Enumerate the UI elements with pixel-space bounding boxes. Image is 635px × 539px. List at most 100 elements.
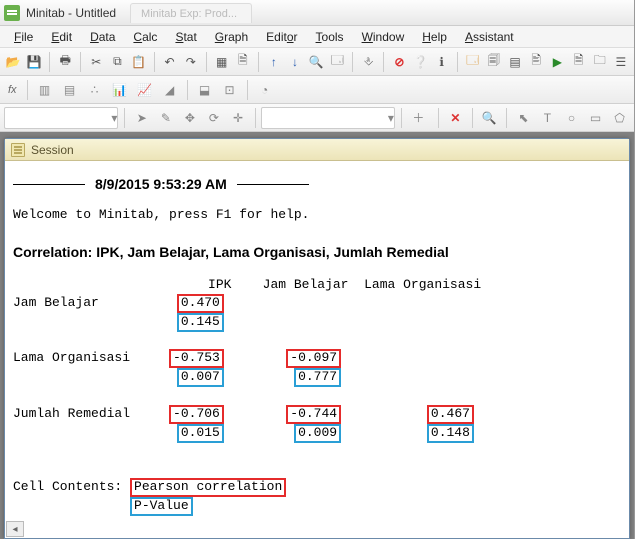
session-body[interactable]: 8/9/2015 9:53:29 AM Welcome to Minitab, … bbox=[5, 161, 629, 538]
cut-icon[interactable]: ✂ bbox=[87, 51, 105, 73]
menu-file[interactable]: File bbox=[6, 28, 41, 46]
chart-bar-icon[interactable]: 📊 bbox=[109, 79, 131, 101]
row-label-lama: Lama Organisasi bbox=[13, 350, 130, 365]
toolbar-formula: fx ▥ ▤ ∴ 📊 📈 ◢ ⬓ ⊡ ◔ bbox=[0, 76, 634, 104]
chart-scatter-icon[interactable]: ∴ bbox=[84, 79, 106, 101]
window-title: Minitab - Untitled bbox=[26, 6, 116, 20]
report-icon[interactable]: 🗎 bbox=[569, 51, 587, 73]
col-header-jam: Jam Belajar bbox=[263, 277, 349, 292]
project-manager-icon[interactable]: 🗐 bbox=[485, 51, 503, 73]
chart-row-icon[interactable]: ▤ bbox=[59, 79, 81, 101]
close-x-icon[interactable]: ✕ bbox=[445, 107, 466, 129]
menu-graph[interactable]: Graph bbox=[207, 28, 256, 46]
text-tool-icon[interactable]: T bbox=[537, 107, 558, 129]
chart-area-icon[interactable]: ◢ bbox=[159, 79, 181, 101]
save-icon[interactable]: 💾 bbox=[25, 51, 43, 73]
separator bbox=[247, 80, 248, 100]
arrow-up-icon[interactable]: ↑ bbox=[265, 51, 283, 73]
cancel-icon[interactable]: ⊘ bbox=[390, 51, 408, 73]
graph-window-icon[interactable]: 🖹 bbox=[527, 51, 545, 73]
p-lama-jam: 0.777 bbox=[294, 368, 341, 387]
print-icon[interactable]: 🖶 bbox=[56, 51, 74, 73]
separator bbox=[124, 108, 125, 128]
separator bbox=[206, 52, 207, 72]
pointer-icon[interactable]: ➤ bbox=[131, 107, 152, 129]
scroll-left-button[interactable]: ◂ bbox=[6, 521, 24, 537]
session-title-text: Session bbox=[31, 143, 74, 157]
options-icon[interactable]: ☰ bbox=[612, 51, 630, 73]
add-icon[interactable]: ＋ bbox=[408, 107, 429, 129]
corr-jumlah-jam: -0.744 bbox=[286, 405, 341, 424]
worksheet-icon[interactable]: ▦ bbox=[213, 51, 231, 73]
menu-tools[interactable]: Tools bbox=[308, 28, 352, 46]
find-icon[interactable]: 🔍 bbox=[307, 51, 325, 73]
shape-rect-icon[interactable]: ▭ bbox=[585, 107, 606, 129]
crosshair-icon[interactable]: ✛ bbox=[227, 107, 248, 129]
dropdown-icon[interactable]: ▾ bbox=[4, 107, 118, 129]
fx-label: fx bbox=[4, 84, 21, 96]
timestamp-row: 8/9/2015 9:53:29 AM bbox=[13, 175, 621, 194]
chart-column-icon[interactable]: ▥ bbox=[34, 79, 56, 101]
background-window-tab[interactable]: Minitab Exp: Prod... bbox=[130, 3, 252, 23]
separator bbox=[438, 108, 439, 128]
help-icon[interactable]: ❔ bbox=[411, 51, 429, 73]
menu-editor[interactable]: Editor bbox=[258, 28, 305, 46]
rotate-icon[interactable]: ⟳ bbox=[203, 107, 224, 129]
shape-poly-icon[interactable]: ⬠ bbox=[609, 107, 630, 129]
menu-edit[interactable]: Edit bbox=[43, 28, 80, 46]
arrow-down-icon[interactable]: ↓ bbox=[286, 51, 304, 73]
chart-hist-icon[interactable]: ⬓ bbox=[194, 79, 216, 101]
row-label-jumlah: Jumlah Remedial bbox=[13, 406, 130, 421]
col-header-ipk: IPK bbox=[208, 277, 231, 292]
zoom-icon[interactable]: 🔍 bbox=[479, 107, 500, 129]
toolbar-main: 📂 💾 🖶 ✂ ⧉ 📋 ↶ ↷ ▦ 🗎 ↑ ↓ 🔍 🗔 ⎀ ⊘ ❔ ℹ 🗔 🗐 … bbox=[0, 48, 634, 76]
file-icon[interactable]: 🗎 bbox=[234, 51, 252, 73]
timestamp: 8/9/2015 9:53:29 AM bbox=[95, 175, 227, 194]
replace-icon[interactable]: 🗔 bbox=[328, 51, 346, 73]
worksheet-window-icon[interactable]: ▤ bbox=[506, 51, 524, 73]
toolbar-graph-edit: ▾ ➤ ✎ ✥ ⟳ ✛ ▾ ＋ ✕ 🔍 ⬉ T ○ ▭ ⬠ bbox=[0, 104, 634, 132]
separator bbox=[258, 52, 259, 72]
menu-help[interactable]: Help bbox=[414, 28, 455, 46]
titlebar: Minitab - Untitled Minitab Exp: Prod... bbox=[0, 0, 634, 26]
session-titlebar[interactable]: Session bbox=[5, 139, 629, 161]
chart-box-icon[interactable]: ⊡ bbox=[219, 79, 241, 101]
menu-calc[interactable]: Calc bbox=[125, 28, 165, 46]
separator bbox=[506, 108, 507, 128]
p-jam-ipk: 0.145 bbox=[177, 313, 224, 332]
session-window-icon[interactable]: 🗔 bbox=[464, 51, 482, 73]
session-window: Session 8/9/2015 9:53:29 AM Welcome to M… bbox=[4, 138, 630, 539]
select-dropdown-icon[interactable]: ▾ bbox=[261, 107, 394, 129]
chart-line-icon[interactable]: 📈 bbox=[134, 79, 156, 101]
separator bbox=[27, 80, 28, 100]
separator bbox=[80, 52, 81, 72]
brush-icon[interactable]: ✎ bbox=[155, 107, 176, 129]
show-graphs-icon[interactable]: ▶ bbox=[548, 51, 566, 73]
section-heading: Correlation: IPK, Jam Belajar, Lama Orga… bbox=[13, 243, 621, 262]
info-icon[interactable]: ℹ bbox=[433, 51, 451, 73]
shape-circle-icon[interactable]: ○ bbox=[561, 107, 582, 129]
separator bbox=[255, 108, 256, 128]
menu-stat[interactable]: Stat bbox=[167, 28, 204, 46]
select-tool-icon[interactable]: ⬉ bbox=[513, 107, 534, 129]
menu-assistant[interactable]: Assistant bbox=[457, 28, 522, 46]
paste-icon[interactable]: 📋 bbox=[129, 51, 147, 73]
menubar: File Edit Data Calc Stat Graph Editor To… bbox=[0, 26, 634, 48]
menu-window[interactable]: Window bbox=[354, 28, 413, 46]
open-icon[interactable]: 📂 bbox=[4, 51, 22, 73]
separator bbox=[401, 108, 402, 128]
insert-icon[interactable]: ⎀ bbox=[359, 51, 377, 73]
mdi-client-area: Session 8/9/2015 9:53:29 AM Welcome to M… bbox=[0, 132, 634, 539]
separator bbox=[154, 52, 155, 72]
move-icon[interactable]: ✥ bbox=[179, 107, 200, 129]
folder-icon[interactable]: 🗀 bbox=[591, 51, 609, 73]
redo-icon[interactable]: ↷ bbox=[182, 51, 200, 73]
corr-lama-jam: -0.097 bbox=[286, 349, 341, 368]
copy-icon[interactable]: ⧉ bbox=[108, 51, 126, 73]
undo-icon[interactable]: ↶ bbox=[160, 51, 178, 73]
separator bbox=[383, 52, 384, 72]
menu-data[interactable]: Data bbox=[82, 28, 123, 46]
chart-pie-icon[interactable]: ◔ bbox=[254, 79, 276, 101]
p-jumlah-lama: 0.148 bbox=[427, 424, 474, 443]
welcome-text: Welcome to Minitab, press F1 for help. bbox=[13, 206, 621, 224]
